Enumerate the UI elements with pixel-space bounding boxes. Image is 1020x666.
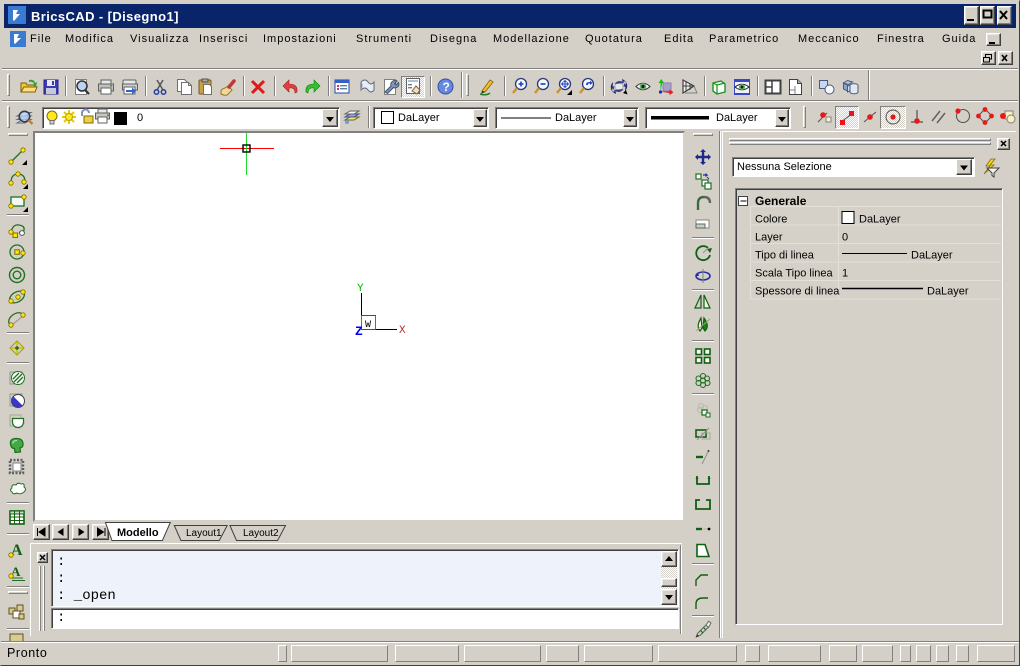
svg-text:Layer: Layer — [755, 232, 783, 244]
svg-text:Generale: Generale — [755, 194, 807, 208]
svg-text:Layout1: Layout1 — [186, 528, 222, 539]
svg-text:Scala Tipo linea: Scala Tipo linea — [755, 268, 834, 280]
svg-text:DaLayer: DaLayer — [927, 286, 969, 298]
svg-text:DaLayer: DaLayer — [911, 250, 953, 262]
svg-text:?: ? — [443, 80, 450, 94]
svg-text:Z: Z — [355, 324, 363, 339]
svg-text:Y: Y — [357, 283, 364, 295]
svg-text:Spessore di linea: Spessore di linea — [755, 286, 840, 298]
svg-text:X: X — [399, 325, 406, 337]
svg-text:DaLayer: DaLayer — [859, 214, 901, 226]
svg-text:0: 0 — [842, 232, 848, 244]
svg-text:Colore: Colore — [755, 214, 787, 226]
svg-text:Tipo di linea: Tipo di linea — [755, 250, 815, 262]
svg-text:Modello: Modello — [117, 527, 159, 539]
svg-text:W: W — [365, 320, 371, 331]
svg-text:1: 1 — [842, 268, 848, 280]
svg-text:Layout2: Layout2 — [243, 528, 279, 539]
